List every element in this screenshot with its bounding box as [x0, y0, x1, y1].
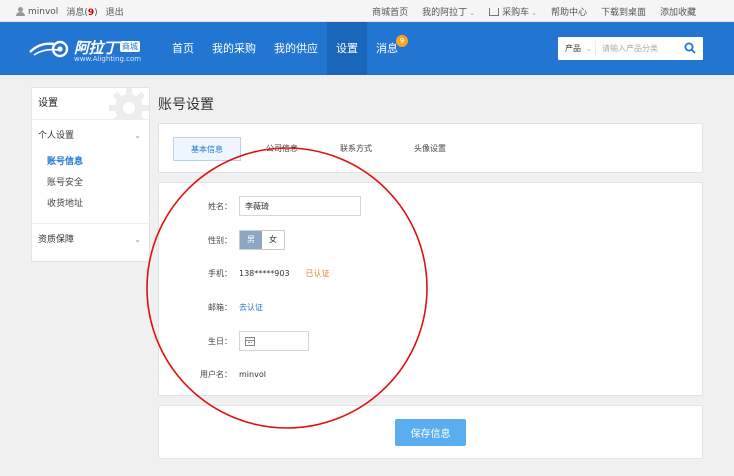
username-value: minvol [239, 369, 266, 379]
settings-sidebar: 设置 个人设置 ⌄ 账号信息 账号安全 收货地址 资质保障 ⌄ [31, 87, 150, 262]
gender-female-option[interactable]: 女 [262, 231, 284, 249]
nav-messages[interactable]: 消息 9 [367, 22, 408, 75]
email-verify-link[interactable]: 去认证 [239, 302, 263, 313]
site-logo[interactable]: 阿拉丁 商城 www.Alighting.com [28, 34, 158, 66]
messages-link[interactable]: 消息(9) [66, 5, 97, 18]
chevron-down-icon: ⌄ [469, 9, 476, 17]
gender-row: 性别： 男 女 [159, 229, 285, 251]
my-alating-label: 我的阿拉丁 [422, 8, 468, 18]
tab-avatar[interactable]: 头像设置 [397, 137, 463, 161]
phone-value: 138*****903 [239, 268, 290, 278]
name-row: 姓名： 李薇琦 [159, 195, 361, 217]
search-category-label: 产品 [565, 44, 581, 53]
nav-messages-label: 消息 [376, 42, 398, 55]
messages-badge: 9 [396, 35, 408, 47]
settings-tabs: 基本信息 公司信息 联系方式 头像设置 [173, 137, 471, 161]
search-icon[interactable] [684, 42, 696, 54]
page-title: 账号设置 [158, 97, 214, 113]
cart-icon [489, 8, 500, 16]
save-panel: 保存信息 [158, 405, 703, 459]
tab-contact[interactable]: 联系方式 [323, 137, 389, 161]
sidebar-item-account-info[interactable]: 账号信息 [32, 152, 149, 173]
user-icon [16, 7, 25, 16]
mall-home-link[interactable]: 商城首页 [372, 5, 408, 18]
gender-male-option[interactable]: 男 [240, 231, 262, 249]
sidebar-title-text: 设置 [38, 98, 58, 109]
sidebar-title: 设置 [32, 88, 149, 120]
birthday-row: 生日： [159, 330, 309, 352]
email-row: 邮箱： 去认证 [159, 296, 263, 318]
logo-icon [29, 40, 69, 58]
chevron-down-icon: ⌄ [586, 44, 592, 53]
username: minvol [28, 6, 59, 17]
tab-company-info[interactable]: 公司信息 [249, 137, 315, 161]
nav-supply[interactable]: 我的供应 [265, 22, 327, 75]
logout-link[interactable]: 退出 [106, 5, 124, 18]
gear-icon [109, 88, 149, 119]
sidebar-section-qualification[interactable]: 资质保障 ⌄ [32, 224, 149, 256]
chevron-down-icon: ⌄ [134, 131, 141, 140]
username-label: 用户名： [200, 369, 232, 379]
nav-settings[interactable]: 设置 [327, 22, 367, 75]
messages-close: ) [94, 8, 98, 18]
cart-link[interactable]: 采购车 ⌄ [489, 5, 537, 18]
brand-url: www.Alighting.com [74, 55, 142, 63]
my-alating-link[interactable]: 我的阿拉丁 ⌄ [422, 5, 475, 18]
top-bar: minvol 消息(9) 退出 商城首页 我的阿拉丁 ⌄ 采购车 ⌄ 帮助中心 下载… [0, 0, 734, 22]
top-bar-left: minvol 消息(9) 退出 [16, 5, 124, 18]
birthday-date-input[interactable] [239, 331, 309, 351]
save-button[interactable]: 保存信息 [395, 419, 466, 446]
brand-tag: 商城 [120, 41, 140, 52]
nav-purchase[interactable]: 我的采购 [203, 22, 265, 75]
phone-row: 手机： 138*****903 已认证 [159, 262, 330, 284]
chevron-down-icon: ⌄ [531, 9, 537, 17]
messages-label: 消息( [66, 8, 88, 18]
nav-home[interactable]: 首页 [163, 22, 203, 75]
gender-toggle: 男 女 [239, 230, 285, 250]
cart-label: 采购车 [502, 8, 530, 18]
main-nav: 首页 我的采购 我的供应 设置 消息 9 [163, 22, 408, 75]
sidebar-item-account-security[interactable]: 账号安全 [32, 173, 149, 194]
account-form: 姓名： 李薇琦 性别： 男 女 手机： 138*****903 已认证 邮箱： … [158, 182, 703, 396]
sidebar-section-personal[interactable]: 个人设置 ⌄ [32, 120, 149, 152]
search-bar: 产品 ⌄ [558, 37, 703, 60]
top-bar-right: 商城首页 我的阿拉丁 ⌄ 采购车 ⌄ 帮助中心 下载到桌面 添加收藏 [372, 5, 696, 18]
tabs-panel: 基本信息 公司信息 联系方式 头像设置 [158, 123, 703, 173]
gender-label: 性别： [208, 235, 232, 245]
main-header: 阿拉丁 商城 www.Alighting.com 首页 我的采购 我的供应 设置… [0, 22, 734, 75]
user-link[interactable]: minvol [16, 7, 58, 17]
birthday-label: 生日： [208, 336, 232, 346]
phone-label: 手机： [208, 268, 232, 278]
sidebar-section-qualification-label: 资质保障 [38, 235, 75, 245]
search-input[interactable] [602, 44, 680, 53]
name-input[interactable]: 李薇琦 [239, 196, 361, 216]
favorite-link[interactable]: 添加收藏 [660, 5, 696, 18]
username-row: 用户名： minvol [159, 363, 266, 385]
help-link[interactable]: 帮助中心 [551, 5, 587, 18]
desktop-link[interactable]: 下载到桌面 [601, 5, 646, 18]
name-label: 姓名： [208, 201, 232, 211]
calendar-icon [245, 337, 255, 346]
search-category-select[interactable]: 产品 ⌄ [558, 41, 596, 56]
email-label: 邮箱： [208, 302, 232, 312]
phone-verified-status: 已认证 [305, 268, 330, 278]
sidebar-section-personal-label: 个人设置 [38, 131, 75, 141]
tab-basic-info[interactable]: 基本信息 [173, 137, 241, 161]
sidebar-item-address[interactable]: 收货地址 [32, 194, 149, 215]
chevron-down-icon: ⌄ [134, 235, 141, 244]
